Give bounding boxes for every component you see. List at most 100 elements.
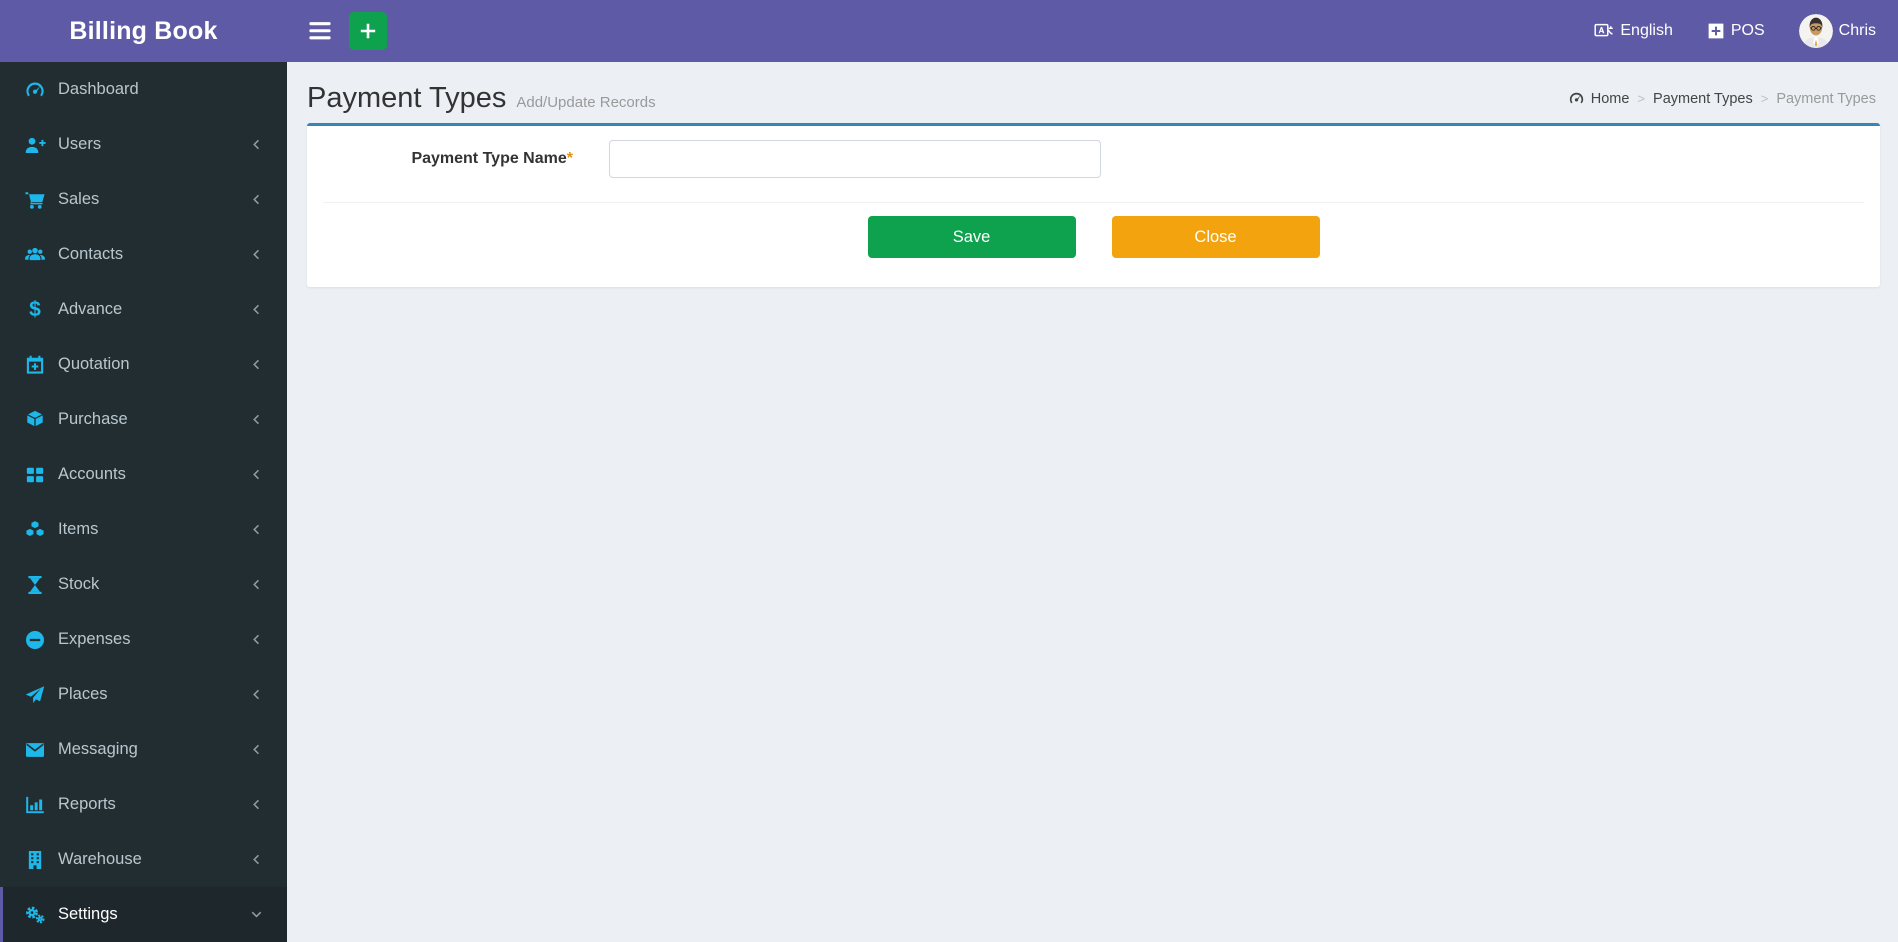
sidebar-label: Sales xyxy=(58,190,100,208)
chevron-left-icon xyxy=(250,358,263,371)
users-icon xyxy=(24,244,46,266)
form-body: Payment Type Name* xyxy=(307,126,1880,203)
sidebar-label: Reports xyxy=(58,795,116,813)
save-button[interactable]: Save xyxy=(867,216,1076,258)
sidebar-item-purchase[interactable]: Purchase xyxy=(0,392,287,447)
chevron-left-icon xyxy=(250,303,263,316)
sidebar-item-contacts[interactable]: Contacts xyxy=(0,227,287,282)
breadcrumb-payment-types[interactable]: Payment Types xyxy=(1653,91,1753,107)
chevron-left-icon xyxy=(250,578,263,591)
payment-type-name-label: Payment Type Name* xyxy=(411,150,573,167)
sidebar-label: Accounts xyxy=(58,465,126,483)
sidebar-label: Quotation xyxy=(58,355,130,373)
breadcrumb-level1-label: Payment Types xyxy=(1653,90,1753,107)
hourglass-icon xyxy=(24,574,46,596)
chevron-left-icon xyxy=(250,853,263,866)
sidebar-label: Messaging xyxy=(58,740,138,758)
language-selector[interactable]: English xyxy=(1594,21,1673,41)
breadcrumb: Home > Payment Types > Payment Types xyxy=(1568,90,1876,107)
sidebar-item-dashboard[interactable]: Dashboard xyxy=(0,62,287,117)
minus-circle-icon xyxy=(24,629,46,651)
form-footer: Save Close xyxy=(307,203,1880,287)
chevron-left-icon xyxy=(250,248,263,261)
gauge-icon xyxy=(24,79,46,101)
hamburger-icon xyxy=(308,21,332,41)
user-menu[interactable]: Chris xyxy=(1798,14,1876,48)
sidebar-item-expenses[interactable]: Expenses xyxy=(0,612,287,667)
breadcrumb-home[interactable]: Home xyxy=(1568,90,1630,107)
language-label: English xyxy=(1620,22,1673,39)
brand-title: Billing Book xyxy=(69,16,218,45)
breadcrumb-home-label: Home xyxy=(1590,90,1630,107)
cube-icon xyxy=(24,409,46,431)
sidebar-item-reports[interactable]: Reports xyxy=(0,777,287,832)
sidebar-label: Contacts xyxy=(58,245,124,263)
pos-label: POS xyxy=(1730,22,1765,39)
chevron-left-icon xyxy=(250,468,263,481)
chevron-down-icon xyxy=(250,908,263,921)
sidebar-item-sales[interactable]: Sales xyxy=(0,172,287,227)
sidebar-item-warehouse[interactable]: Warehouse xyxy=(0,832,287,887)
sidebar-item-messaging[interactable]: Messaging xyxy=(0,722,287,777)
sidebar-label: Advance xyxy=(58,300,123,318)
sidebar-label: Warehouse xyxy=(58,850,142,868)
cogs-icon xyxy=(24,904,46,926)
top-header: Billing Book English POS Chris xyxy=(0,0,1898,62)
cubes-icon xyxy=(24,519,46,541)
page-subtitle: Add/Update Records xyxy=(516,94,656,111)
grid-icon xyxy=(24,464,46,486)
sidebar-item-users[interactable]: Users xyxy=(0,117,287,172)
chevron-left-icon xyxy=(250,523,263,536)
sidebar: Dashboard Users Sales Contacts $ Advance xyxy=(0,62,287,942)
sidebar-label: Places xyxy=(58,685,108,703)
chevron-left-icon xyxy=(250,193,263,206)
chevron-left-icon xyxy=(250,138,263,151)
sidebar-item-stock[interactable]: Stock xyxy=(0,557,287,612)
user-name: Chris xyxy=(1838,22,1876,39)
navbar-right: English POS Chris xyxy=(1594,14,1876,48)
sidebar-toggle-button[interactable] xyxy=(303,14,337,48)
user-plus-icon xyxy=(24,134,46,156)
plus-icon xyxy=(358,21,378,41)
breadcrumb-separator: > xyxy=(1760,91,1769,106)
sidebar-item-settings[interactable]: Settings xyxy=(0,887,287,942)
sidebar-item-places[interactable]: Places xyxy=(0,667,287,722)
sidebar-label: Dashboard xyxy=(58,80,139,98)
dollar-icon: $ xyxy=(29,298,41,321)
sidebar-label: Settings xyxy=(58,905,118,923)
building-icon xyxy=(24,849,46,871)
language-icon xyxy=(1594,21,1614,41)
payment-type-form-card: Payment Type Name* Save Close xyxy=(307,123,1880,287)
sidebar-item-accounts[interactable]: Accounts xyxy=(0,447,287,502)
chevron-left-icon xyxy=(250,743,263,756)
sidebar-label: Purchase xyxy=(58,410,128,428)
cart-icon xyxy=(24,189,46,211)
chevron-left-icon xyxy=(250,688,263,701)
plus-square-icon xyxy=(1707,22,1725,40)
chevron-left-icon xyxy=(250,798,263,811)
chevron-left-icon xyxy=(250,413,263,426)
sidebar-item-advance[interactable]: $ Advance xyxy=(0,282,287,337)
bar-chart-icon xyxy=(24,794,46,816)
home-gauge-icon xyxy=(1568,90,1585,107)
close-button[interactable]: Close xyxy=(1111,216,1320,258)
chevron-left-icon xyxy=(250,633,263,646)
main-content: Payment Types Add/Update Records Home > … xyxy=(287,62,1898,937)
page-title: Payment Types xyxy=(307,82,507,114)
brand-logo[interactable]: Billing Book xyxy=(0,0,287,62)
required-asterisk: * xyxy=(566,150,573,167)
sidebar-label: Items xyxy=(58,520,99,538)
sidebar-label: Users xyxy=(58,135,102,153)
add-new-button[interactable] xyxy=(349,12,387,50)
paper-plane-icon xyxy=(24,684,46,706)
user-avatar xyxy=(1798,14,1833,48)
sidebar-menu: Dashboard Users Sales Contacts $ Advance xyxy=(0,62,287,942)
envelope-icon xyxy=(24,739,46,761)
pos-button[interactable]: POS xyxy=(1707,22,1765,40)
sidebar-item-items[interactable]: Items xyxy=(0,502,287,557)
payment-type-name-input[interactable] xyxy=(609,140,1101,178)
breadcrumb-separator: > xyxy=(1637,91,1646,106)
calendar-plus-icon xyxy=(24,354,46,376)
sidebar-item-quotation[interactable]: Quotation xyxy=(0,337,287,392)
sidebar-label: Stock xyxy=(58,575,100,593)
